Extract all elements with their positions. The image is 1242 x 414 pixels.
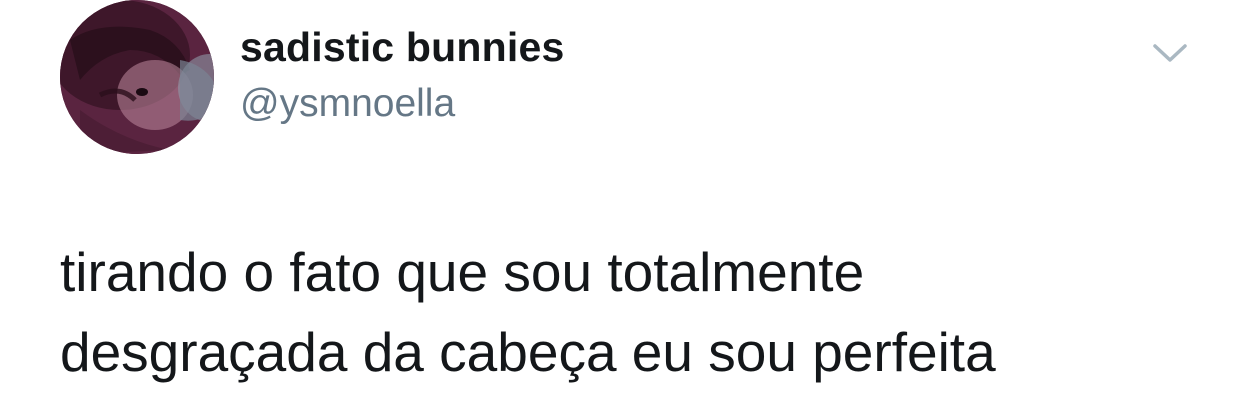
tweet-text-line: desgraçada da cabeça eu sou perfeita: [60, 321, 996, 383]
avatar[interactable]: [60, 0, 214, 154]
tweet-text-line: tirando o fato que sou totalmente: [60, 241, 865, 303]
chevron-down-icon: [1153, 44, 1187, 62]
avatar-photo-icon: [60, 0, 214, 154]
tweet-text: tirando o fato que sou totalmente desgra…: [60, 232, 1220, 392]
user-handle[interactable]: @ysmnoella: [240, 82, 455, 126]
tweet-card: sadistic bunnies @ysmnoella tirando o fa…: [0, 0, 1242, 414]
display-name[interactable]: sadistic bunnies: [240, 24, 564, 71]
tweet-menu-button[interactable]: [1150, 38, 1190, 68]
